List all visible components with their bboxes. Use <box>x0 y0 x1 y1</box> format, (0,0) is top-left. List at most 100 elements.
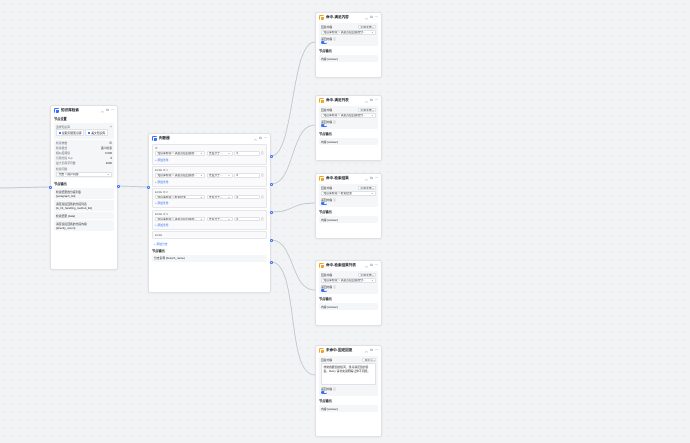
content-mode-select[interactable]: 引用变量 ⌄ <box>358 107 376 112</box>
condition-value-input[interactable]: 0 <box>234 194 260 200</box>
reply-textarea[interactable]: 非常抱歉您的提问，找寻满足您的答案，Retry 请补充说明等让你不问能。 <box>321 362 376 385</box>
condition-value-input[interactable]: 0 <box>234 172 260 178</box>
more-icon[interactable]: ⋯ <box>375 176 378 181</box>
reply-node[interactable]: 命中-检索结果 ︿ ⧉ ⋯ 回复内容 引用变量 ⌄ 知识库检索 > 检索结果 ⌄ 返… <box>315 173 382 239</box>
more-icon[interactable]: ⋯ <box>375 348 378 353</box>
return-toggle[interactable] <box>321 201 327 205</box>
more-icon[interactable]: ⋯ <box>375 263 378 268</box>
content-variable-select[interactable]: 知识库检索 > 满足直接回答的分... ⌄ <box>321 112 376 118</box>
copy-icon[interactable]: ⧉ <box>370 263 372 268</box>
copy-icon[interactable]: ⧉ <box>370 348 372 353</box>
field-label: 返回内容 ⓘ <box>321 284 336 289</box>
chevron-up-icon[interactable]: ︿ <box>365 15 368 20</box>
help-icon[interactable]: ⓘ <box>333 198 336 202</box>
more-icon[interactable]: ⋯ <box>111 108 114 113</box>
node-title: 命中-检索结果列表 <box>326 263 356 267</box>
add-condition-link[interactable]: + 添加条件 <box>155 179 264 185</box>
condition-field-select[interactable]: 知识库检索 > 满足直接回答的... ⌄ <box>155 172 205 178</box>
kb-select-box: 选择知识库 + 提取问答知识库 美文知识库 <box>54 123 114 139</box>
output-port[interactable] <box>116 184 120 188</box>
kb-node-header[interactable]: 知识库检索 ︿ ⧉ ⋯ <box>51 106 117 115</box>
help-icon[interactable]: ⓘ <box>333 387 336 391</box>
reply-node[interactable]: 命中-满足内容 ︿ ⧉ ⋯ 回复内容 引用变量 ⌄ 知识库检索 > 满足直接回答的… <box>315 12 382 78</box>
add-condition-link[interactable]: + 添加条件 <box>155 157 264 163</box>
output-item: 内容 [answer] <box>319 216 378 224</box>
condition-operator-select[interactable]: 长度大于... ⌄ <box>206 151 233 156</box>
chevron-up-icon[interactable]: ︿ <box>365 98 368 103</box>
condition-field-select[interactable]: 知识库检索 > 满足直接回答的... ⌄ <box>155 216 205 222</box>
delete-icon[interactable]: ▯ <box>262 195 264 199</box>
output-port[interactable] <box>269 260 273 264</box>
reply-node-header[interactable]: 命中-检索结果 ︿ ⧉ ⋯ <box>316 174 381 183</box>
condition-value-input[interactable]: 0 <box>234 216 260 222</box>
chevron-up-icon[interactable]: ︿ <box>365 263 368 268</box>
copy-icon[interactable]: ⧉ <box>370 15 372 20</box>
more-icon[interactable]: ⋯ <box>264 136 267 141</box>
reply-icon <box>319 348 325 354</box>
input-port[interactable] <box>48 185 52 189</box>
add-condition-link[interactable]: + 添加条件 <box>155 222 264 228</box>
output-port[interactable] <box>269 182 273 186</box>
content-variable-select[interactable]: 知识库检索 > 检索结果 ⌄ <box>321 190 376 196</box>
help-icon[interactable]: ⓘ <box>333 120 336 124</box>
chevron-up-icon[interactable]: ︿ <box>101 108 104 113</box>
reply-node-header[interactable]: 命中-满足内容 ︿ ⧉ ⋯ <box>316 13 381 22</box>
return-toggle[interactable] <box>321 288 327 292</box>
output-item: 内容 [answer] <box>319 138 378 146</box>
help-icon[interactable]: ⓘ <box>333 37 336 41</box>
chevron-up-icon[interactable]: ︿ <box>254 136 257 141</box>
condition-operator-select[interactable]: 长度大于... ⌄ <box>206 216 233 222</box>
delete-icon[interactable]: ▯ <box>262 217 264 221</box>
content-variable-select[interactable]: 知识库检索 > 满足直接回答的分... ⌄ <box>321 29 376 35</box>
kb-search-node[interactable]: 知识库检索 ︿ ⧉ ⋯ 节点设置 选择知识库 + 提取问答知识库 美文知识库 检… <box>50 105 118 270</box>
chevron-down-icon: ⌄ <box>371 107 375 112</box>
reply-node-header[interactable]: 命中-检索结果列表 ︿ ⧉ ⋯ <box>316 261 381 270</box>
copy-icon[interactable]: ⧉ <box>370 98 372 103</box>
chevron-up-icon[interactable]: ︿ <box>365 348 368 353</box>
chevron-up-icon[interactable]: ︿ <box>365 176 368 181</box>
output-port[interactable] <box>269 238 273 242</box>
return-toggle[interactable] <box>321 390 327 394</box>
condition-value-input[interactable]: 0 <box>234 151 260 156</box>
content-variable-select[interactable]: 知识库检索 > 满足直接回答的分... ⌄ <box>321 277 376 283</box>
condition-operator-select[interactable]: 长度大于... ⌄ <box>206 194 233 200</box>
output-port[interactable] <box>269 154 273 158</box>
content-mode-select[interactable]: 引用变量 ⌄ <box>358 185 376 190</box>
more-icon[interactable]: ⋯ <box>375 15 378 20</box>
return-toggle[interactable] <box>321 123 327 127</box>
help-icon[interactable]: ⓘ <box>333 285 336 289</box>
more-icon[interactable]: ⋯ <box>375 98 378 103</box>
delete-icon[interactable]: ▯ <box>262 151 264 155</box>
field-label: 回复内容 <box>321 107 333 112</box>
delete-icon[interactable]: ▯ <box>262 173 264 177</box>
question-select[interactable]: 开始 > 用户问题 ⌄ <box>56 171 112 177</box>
output-port[interactable] <box>269 210 273 214</box>
reply-node[interactable]: 命中-满足列表 ︿ ⧉ ⋯ 回复内容 引用变量 ⌄ 知识库检索 > 满足直接回答的… <box>315 95 382 161</box>
add-condition-link[interactable]: + 添加条件 <box>155 200 264 206</box>
fixed-reply-node[interactable]: 未命中-固定回复 ︿ ⧉ ⋯ 回复内容 自定义 ⌄ 非常抱歉您的提问，找寻满足您的… <box>315 345 382 437</box>
condition-field-select[interactable]: 知识库检索 > 满足直接回答的... ⌄ <box>155 151 205 156</box>
content-mode-select[interactable]: 引用变量 ⌄ <box>358 272 376 277</box>
kb-tag[interactable]: 美文知识库 <box>85 129 108 137</box>
chevron-down-icon: ⌄ <box>200 173 203 178</box>
condition-field-select[interactable]: 知识库检索 > 检索结果 ⌄ <box>155 194 205 200</box>
add-icon[interactable]: + <box>110 125 112 129</box>
copy-icon[interactable]: ⧉ <box>370 176 372 181</box>
condition-operator-select[interactable]: 长度大于... ⌄ <box>206 172 233 178</box>
return-toggle[interactable] <box>321 40 327 44</box>
content-mode-select[interactable]: 自定义 ⌄ <box>362 357 376 362</box>
reply-node-header[interactable]: 未命中-固定回复 ︿ ⧉ ⋯ <box>316 346 381 355</box>
branch-else: ELSE <box>152 231 267 240</box>
settings-icon[interactable]: ⚙ <box>109 141 112 145</box>
input-port[interactable] <box>146 185 150 189</box>
content-mode-select[interactable]: 引用变量 ⌄ <box>358 24 376 29</box>
condition-node[interactable]: 判断器 ︿ ⧉ ⋯ IF 知识库检索 > 满足直接回答的... ⌄ 长度大于...… <box>148 133 271 293</box>
copy-icon[interactable]: ⧉ <box>106 108 108 113</box>
param-row: 最大引用字符数 2000 <box>56 161 112 166</box>
node-title: 未命中-固定回复 <box>326 348 353 352</box>
copy-icon[interactable]: ⧉ <box>259 136 261 141</box>
reply-node-header[interactable]: 命中-满足列表 ︿ ⧉ ⋯ <box>316 96 381 105</box>
reply-node[interactable]: 命中-检索结果列表 ︿ ⧉ ⋯ 回复内容 引用变量 ⌄ 知识库检索 > 满足直接回… <box>315 260 382 326</box>
cond-node-header[interactable]: 判断器 ︿ ⧉ ⋯ <box>149 134 270 143</box>
kb-tag[interactable]: 提取问答知识库 <box>56 129 85 137</box>
